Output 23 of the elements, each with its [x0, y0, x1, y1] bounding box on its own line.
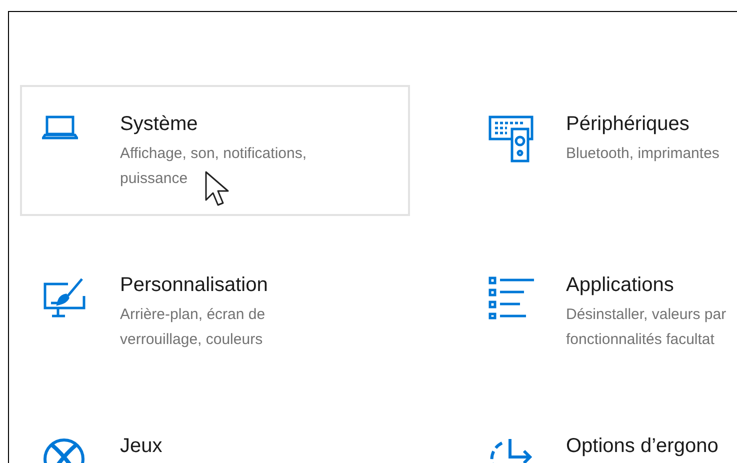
category-description: Affichage, son, notifications,: [120, 144, 307, 164]
settings-category-tile[interactable]: Système Affichage, son, notifications, puissance: [20, 85, 410, 216]
list-icon: [488, 276, 536, 320]
category-description: Bluetooth, imprimantes: [566, 144, 720, 164]
settings-category-tile[interactable]: Périphériques Bluetooth, imprimantes: [466, 85, 737, 216]
category-title: Personnalisation: [120, 273, 268, 298]
category-title: Jeux: [120, 434, 162, 459]
category-description: Désinstaller, valeurs par: [566, 305, 726, 325]
settings-category-tile[interactable]: Jeux: [20, 407, 410, 463]
category-title: Applications: [566, 273, 674, 298]
category-description: puissance: [120, 169, 188, 189]
laptop-icon: [42, 115, 78, 141]
category-description: fonctionnalités facultat: [566, 330, 714, 350]
category-title: Périphériques: [566, 112, 690, 137]
category-title: Options d’ergono: [566, 434, 718, 459]
settings-category-tile[interactable]: Applications Désinstaller, valeurs par fonctionnalités facultat: [466, 246, 737, 377]
mouse-pointer-icon: [204, 170, 230, 208]
category-title: Système: [120, 112, 198, 137]
category-description: verrouillage, couleurs: [120, 330, 263, 350]
keyboard-speaker-icon: [488, 115, 536, 163]
settings-category-tile[interactable]: Options d’ergono: [466, 407, 737, 463]
settings-category-tile[interactable]: Personnalisation Arrière-plan, écran de verrouillage, couleurs: [20, 246, 410, 377]
category-description: Arrière-plan, écran de: [120, 305, 266, 325]
